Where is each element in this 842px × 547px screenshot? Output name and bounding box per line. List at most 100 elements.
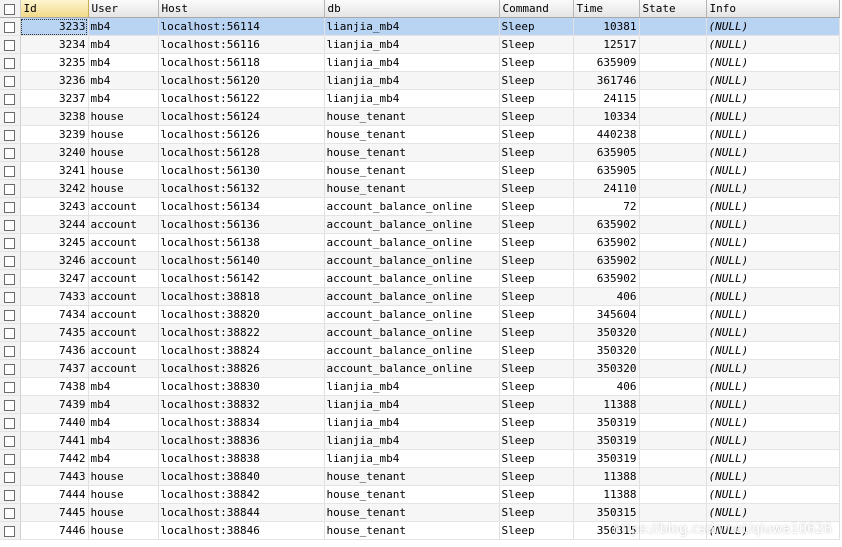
table-row[interactable]: 7437 account localhost:38826 account_balanc… [0, 359, 840, 378]
command-cell[interactable]: Sleep [499, 251, 574, 270]
host-cell[interactable]: localhost:56118 [158, 53, 325, 72]
db-cell[interactable]: house_tenant [324, 107, 500, 126]
command-cell[interactable]: Sleep [499, 269, 574, 288]
user-cell[interactable]: account [88, 269, 159, 288]
time-cell[interactable]: 635902 [573, 233, 640, 252]
id-cell[interactable]: 7435 [20, 323, 89, 342]
id-cell[interactable]: 7436 [20, 341, 89, 360]
id-cell[interactable]: 3233 [20, 17, 89, 36]
row-checkbox[interactable] [0, 125, 21, 144]
id-cell[interactable]: 7446 [20, 521, 89, 540]
time-cell[interactable]: 10381 [573, 17, 640, 36]
info-cell[interactable]: (NULL) [706, 323, 840, 342]
command-cell[interactable]: Sleep [499, 377, 574, 396]
command-cell[interactable]: Sleep [499, 125, 574, 144]
id-cell[interactable]: 3246 [20, 251, 89, 270]
db-cell[interactable]: house_tenant [324, 161, 500, 180]
info-cell[interactable]: (NULL) [706, 377, 840, 396]
info-cell[interactable]: (NULL) [706, 287, 840, 306]
table-row[interactable]: 7445 house localhost:38844 house_tenant Slee… [0, 503, 840, 522]
id-cell[interactable]: 3238 [20, 107, 89, 126]
info-cell[interactable]: (NULL) [706, 431, 840, 450]
id-cell[interactable]: 7434 [20, 305, 89, 324]
host-cell[interactable]: localhost:38824 [158, 341, 325, 360]
host-cell[interactable]: localhost:56126 [158, 125, 325, 144]
row-checkbox[interactable] [0, 377, 21, 396]
user-cell[interactable]: mb4 [88, 449, 159, 468]
command-cell[interactable]: Sleep [499, 53, 574, 72]
time-cell[interactable]: 406 [573, 287, 640, 306]
info-cell[interactable]: (NULL) [706, 251, 840, 270]
id-cell[interactable]: 3245 [20, 233, 89, 252]
id-cell[interactable]: 7443 [20, 467, 89, 486]
id-cell[interactable]: 7437 [20, 359, 89, 378]
host-cell[interactable]: localhost:38846 [158, 521, 325, 540]
table-row[interactable]: 7446 house localhost:38846 house_tenant Slee… [0, 521, 840, 540]
db-cell[interactable]: account_balance_online [324, 323, 500, 342]
state-cell[interactable] [639, 395, 707, 414]
host-cell[interactable]: localhost:38818 [158, 287, 325, 306]
command-cell[interactable]: Sleep [499, 179, 574, 198]
state-cell[interactable] [639, 143, 707, 162]
state-cell[interactable] [639, 71, 707, 90]
row-checkbox[interactable] [0, 269, 21, 288]
id-cell[interactable]: 7439 [20, 395, 89, 414]
command-cell[interactable]: Sleep [499, 35, 574, 54]
table-row[interactable]: 3240 house localhost:56128 house_tenant Slee… [0, 143, 840, 162]
db-cell[interactable]: account_balance_online [324, 269, 500, 288]
row-checkbox[interactable] [0, 161, 21, 180]
host-cell[interactable]: localhost:56138 [158, 233, 325, 252]
user-cell[interactable]: house [88, 107, 159, 126]
host-cell[interactable]: localhost:56130 [158, 161, 325, 180]
row-checkbox[interactable] [0, 233, 21, 252]
host-cell[interactable]: localhost:56134 [158, 197, 325, 216]
command-cell[interactable]: Sleep [499, 521, 574, 540]
host-cell[interactable]: localhost:38832 [158, 395, 325, 414]
table-row[interactable]: 7435 account localhost:38822 account_balanc… [0, 323, 840, 342]
host-cell[interactable]: localhost:56116 [158, 35, 325, 54]
row-checkbox[interactable] [0, 251, 21, 270]
info-cell[interactable]: (NULL) [706, 449, 840, 468]
db-cell[interactable]: account_balance_online [324, 233, 500, 252]
db-cell[interactable]: house_tenant [324, 125, 500, 144]
host-cell[interactable]: localhost:56128 [158, 143, 325, 162]
host-cell[interactable]: localhost:38820 [158, 305, 325, 324]
table-row[interactable]: 3241 house localhost:56130 house_tenant Slee… [0, 161, 840, 180]
command-cell[interactable]: Sleep [499, 107, 574, 126]
user-cell[interactable]: mb4 [88, 53, 159, 72]
command-cell[interactable]: Sleep [499, 197, 574, 216]
user-cell[interactable]: account [88, 359, 159, 378]
command-cell[interactable]: Sleep [499, 89, 574, 108]
time-cell[interactable]: 440238 [573, 125, 640, 144]
command-cell[interactable]: Sleep [499, 395, 574, 414]
db-cell[interactable]: account_balance_online [324, 197, 500, 216]
table-row[interactable]: 7439 mb4 localhost:38832 lianjia_mb4 Sleep 11… [0, 395, 840, 414]
id-cell[interactable]: 3235 [20, 53, 89, 72]
row-checkbox[interactable] [0, 413, 21, 432]
state-cell[interactable] [639, 251, 707, 270]
table-row[interactable]: 7433 account localhost:38818 account_balanc… [0, 287, 840, 306]
state-cell[interactable] [639, 521, 707, 540]
column-header-host[interactable]: Host [158, 0, 325, 18]
state-cell[interactable] [639, 53, 707, 72]
user-cell[interactable]: account [88, 215, 159, 234]
command-cell[interactable]: Sleep [499, 485, 574, 504]
time-cell[interactable]: 635902 [573, 269, 640, 288]
info-cell[interactable]: (NULL) [706, 35, 840, 54]
row-checkbox[interactable] [0, 53, 21, 72]
column-header-user[interactable]: User [88, 0, 159, 18]
state-cell[interactable] [639, 485, 707, 504]
id-cell[interactable]: 3239 [20, 125, 89, 144]
info-cell[interactable]: (NULL) [706, 197, 840, 216]
table-row[interactable]: 3233 mb4 localhost:56114 lianjia_mb4 Sleep 10… [0, 17, 840, 36]
command-cell[interactable]: Sleep [499, 359, 574, 378]
state-cell[interactable] [639, 341, 707, 360]
id-cell[interactable]: 3237 [20, 89, 89, 108]
table-row[interactable]: 3246 account localhost:56140 account_balanc… [0, 251, 840, 270]
db-cell[interactable]: account_balance_online [324, 251, 500, 270]
user-cell[interactable]: house [88, 485, 159, 504]
row-checkbox[interactable] [0, 431, 21, 450]
user-cell[interactable]: account [88, 323, 159, 342]
table-row[interactable]: 7434 account localhost:38820 account_balanc… [0, 305, 840, 324]
id-cell[interactable]: 7444 [20, 485, 89, 504]
